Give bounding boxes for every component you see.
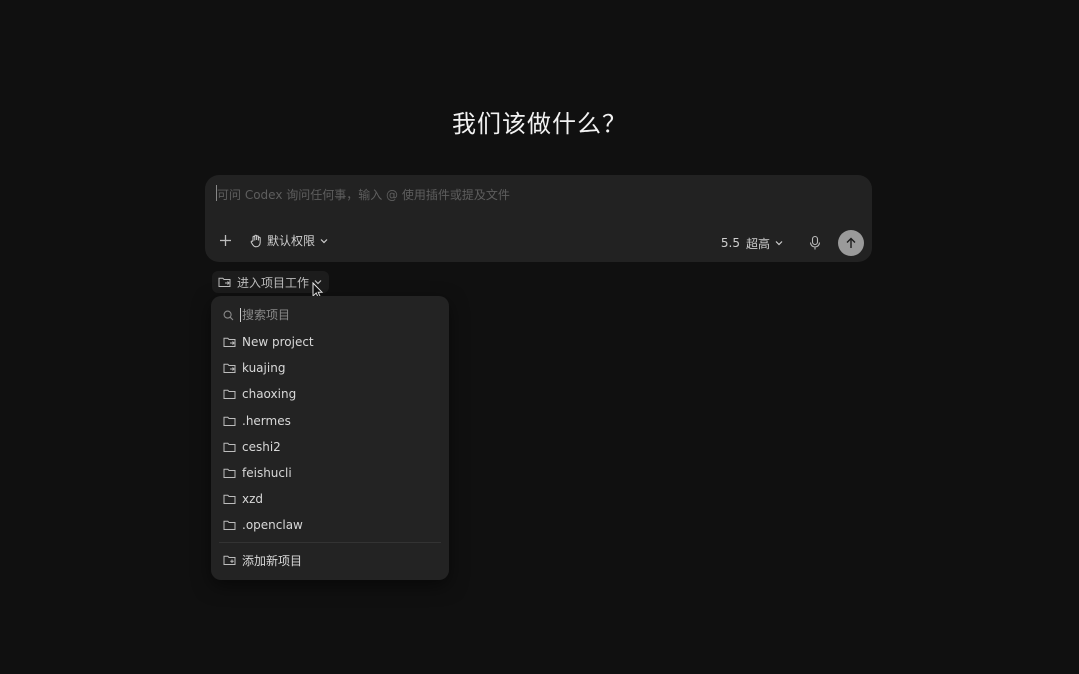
add-project-label: 添加新项目 bbox=[242, 553, 303, 568]
project-item[interactable]: ceshi2 bbox=[223, 437, 437, 457]
chevron-down-icon bbox=[320, 238, 328, 243]
microphone-icon[interactable] bbox=[808, 235, 822, 251]
project-item-label: xzd bbox=[242, 492, 264, 507]
composer-toolbar-left: 默认权限 bbox=[217, 232, 329, 249]
project-item[interactable]: feishucli bbox=[223, 463, 437, 483]
folder-icon bbox=[223, 416, 236, 426]
search-icon bbox=[223, 310, 234, 320]
send-button[interactable] bbox=[838, 230, 864, 256]
folder-icon bbox=[223, 442, 236, 452]
project-item[interactable]: kuajing bbox=[223, 358, 437, 378]
composer: 可问 Codex 询问任何事，输入 @ 使用插件或提及文件 默认权限 5.5 超… bbox=[205, 175, 872, 262]
project-item-label: .hermes bbox=[242, 413, 291, 428]
folder-arrow-icon bbox=[218, 277, 231, 287]
project-selector-label: 进入项目工作 bbox=[237, 275, 310, 290]
project-item[interactable]: chaoxing bbox=[223, 384, 437, 404]
add-attachment-button[interactable] bbox=[217, 233, 233, 249]
folder-arrow-icon bbox=[223, 363, 236, 374]
project-item-label: feishucli bbox=[242, 466, 292, 480]
arrow-up-icon bbox=[846, 237, 856, 248]
folder-icon bbox=[223, 494, 236, 505]
folder-icon bbox=[223, 468, 236, 478]
page: 我们该做什么？ 可问 Codex 询问任何事，输入 @ 使用插件或提及文件 默认… bbox=[0, 0, 1079, 674]
folder-icon bbox=[223, 521, 236, 531]
project-item[interactable]: .openclaw bbox=[223, 515, 437, 535]
project-item-label: .openclaw bbox=[242, 518, 303, 533]
project-item-label: kuajing bbox=[242, 361, 286, 376]
folder-plus-icon bbox=[223, 555, 236, 565]
project-item-label: New project bbox=[242, 335, 314, 349]
folder-arrow-icon bbox=[223, 337, 236, 347]
menu-divider bbox=[219, 542, 441, 543]
project-item[interactable]: .hermes bbox=[223, 411, 437, 431]
model-version: 5.5 bbox=[720, 236, 740, 250]
composer-toolbar-right: 5.5 超高 bbox=[721, 230, 864, 256]
prompt-input[interactable]: 可问 Codex 询问任何事，输入 @ 使用插件或提及文件 bbox=[217, 186, 857, 203]
model-level: 超高 bbox=[745, 236, 770, 251]
page-title: 我们该做什么？ bbox=[452, 110, 627, 138]
chevron-down-icon bbox=[775, 241, 783, 246]
folder-icon bbox=[223, 390, 236, 400]
plus-icon bbox=[219, 235, 231, 246]
permission-label: 默认权限 bbox=[267, 234, 316, 248]
project-item[interactable]: New project bbox=[223, 332, 437, 352]
hand-icon bbox=[250, 234, 261, 247]
add-project-button[interactable]: 添加新项目 bbox=[223, 550, 437, 570]
permission-dropdown[interactable]: 默认权限 bbox=[249, 232, 329, 249]
project-item-label: ceshi2 bbox=[242, 439, 281, 454]
project-item[interactable]: xzd bbox=[223, 489, 437, 509]
project-item-label: chaoxing bbox=[242, 387, 297, 402]
project-search-input[interactable] bbox=[240, 308, 437, 322]
project-search bbox=[223, 306, 437, 324]
model-selector[interactable]: 5.5 超高 bbox=[721, 235, 784, 252]
project-menu: New project kuajing chaoxing .hermes ceshi2 f… bbox=[211, 296, 449, 580]
